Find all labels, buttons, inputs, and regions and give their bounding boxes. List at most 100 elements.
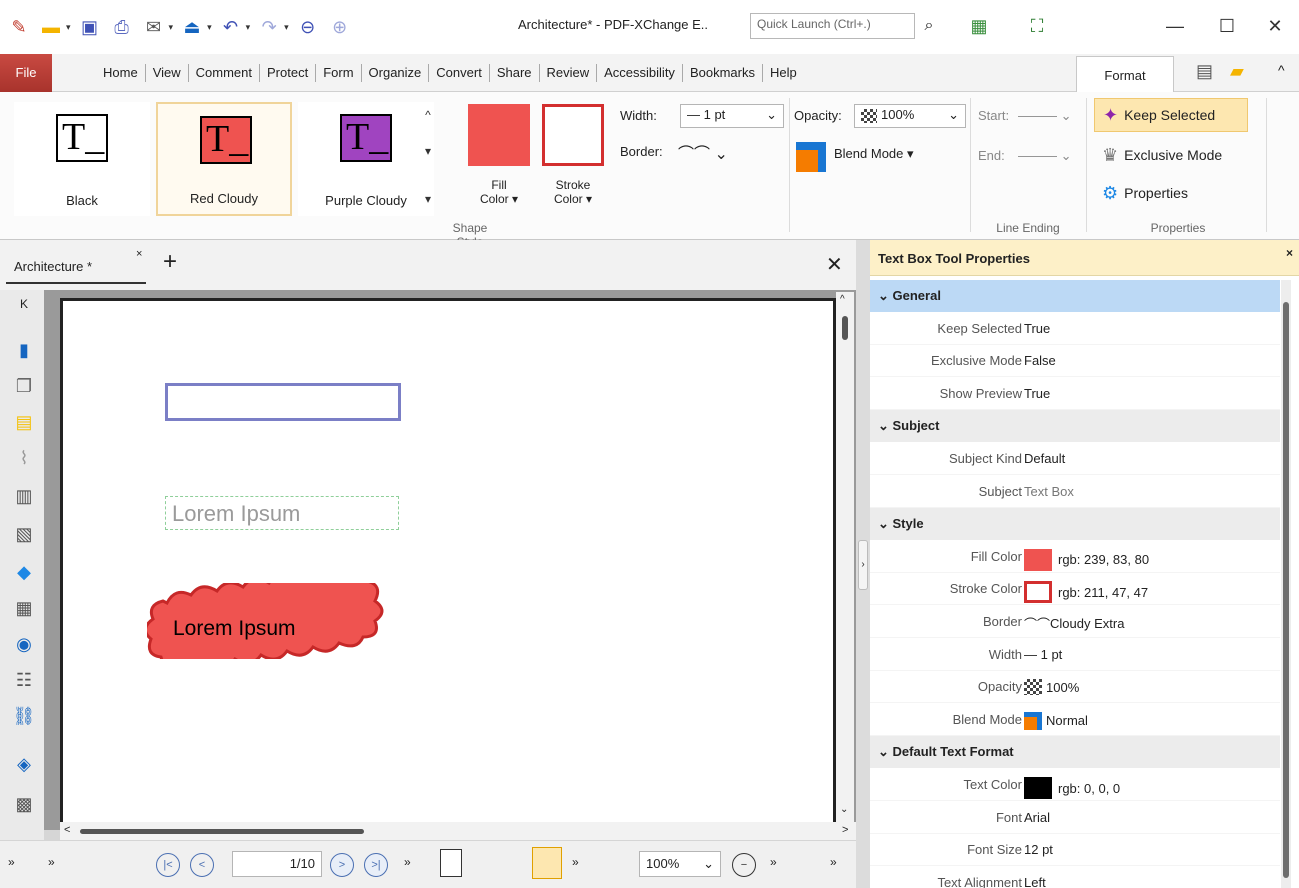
open-folder-icon[interactable]: ▬ — [38, 14, 64, 40]
property-subject[interactable]: Subject Text Box — [870, 476, 1280, 508]
chevron-down-icon[interactable]: ▾ — [66, 22, 71, 33]
save-icon[interactable]: ▣ — [77, 14, 103, 40]
property-value[interactable]: — 1 pt — [1024, 647, 1062, 662]
next-page-button[interactable]: > — [330, 853, 354, 877]
chevron-expand-icon[interactable]: » — [572, 855, 579, 869]
attachments-icon[interactable]: ⌇ — [12, 446, 36, 470]
property-value[interactable]: 100% — [1024, 679, 1079, 696]
cloudy-border-icon[interactable]: ⌒⌒ ⌄ — [678, 140, 728, 164]
links-icon[interactable]: ⛓ — [12, 704, 36, 728]
property-value[interactable]: Normal — [1024, 711, 1088, 730]
chevron-expand-icon[interactable]: » — [404, 855, 411, 869]
fields-icon[interactable]: ▦ — [12, 596, 36, 620]
menu-comment[interactable]: Comment — [189, 63, 260, 82]
zoom-out-button[interactable]: − — [732, 853, 756, 877]
start-line-combo[interactable]: ——— ⌄ — [1018, 108, 1072, 124]
panel-splitter[interactable]: › — [856, 240, 870, 888]
property-font-size[interactable]: Font Size 12 pt — [870, 834, 1280, 867]
close-button[interactable]: ✕ — [1260, 14, 1290, 38]
collapse-panel-icon[interactable]: › — [858, 540, 868, 590]
new-tab-button[interactable]: + — [163, 250, 177, 274]
dashed-text-box[interactable]: Lorem Ipsum — [165, 496, 399, 530]
property-font[interactable]: Font Arial — [870, 802, 1280, 834]
width-combo[interactable]: — 1 pt ⌄ — [680, 104, 784, 128]
menu-organize[interactable]: Organize — [362, 63, 430, 82]
property-stroke-color[interactable]: Stroke Color rgb: 211, 47, 47 — [870, 573, 1280, 606]
expand-styles-icon[interactable]: ▾ — [418, 192, 438, 206]
menu-bookmarks[interactable]: Bookmarks — [683, 63, 763, 82]
app-logo-icon[interactable]: ✎ — [6, 14, 32, 40]
menu-file[interactable]: File — [0, 53, 52, 92]
structure-icon[interactable]: ☷ — [12, 668, 36, 692]
style-tile-black[interactable]: T_ Black — [14, 102, 150, 216]
menu-share[interactable]: Share — [490, 63, 540, 82]
end-line-combo[interactable]: ——— ⌄ — [1018, 148, 1072, 164]
section-default-text-format[interactable]: ⌄ Default Text Format — [870, 736, 1280, 769]
pdf-page[interactable]: Lorem Ipsum Lorem Ipsum — [60, 298, 836, 826]
maximize-button[interactable]: ☐ — [1212, 14, 1242, 38]
chevron-down-icon[interactable]: ▾ — [207, 22, 212, 33]
close-document-icon[interactable]: ✕ — [826, 252, 843, 277]
print-icon[interactable]: ⎙ — [109, 14, 135, 40]
property-value[interactable]: rgb: 239, 83, 80 — [1024, 548, 1149, 571]
scroll-up-icon[interactable]: ^ — [840, 294, 845, 305]
tab-architecture[interactable]: Architecture * — [6, 246, 146, 284]
last-page-button[interactable]: >| — [364, 853, 388, 877]
property-value[interactable]: Text Box — [1024, 484, 1074, 499]
property-value[interactable]: False — [1024, 353, 1056, 368]
chevron-expand-icon[interactable]: » — [8, 855, 15, 869]
chevron-down-icon[interactable]: ▾ — [284, 22, 289, 33]
scroll-left-icon[interactable]: < — [64, 824, 70, 836]
property-value[interactable]: 12 pt — [1024, 842, 1053, 857]
bookmarks-icon[interactable]: ▮ — [12, 338, 36, 362]
property-keep-selected[interactable]: Keep Selected True — [870, 313, 1280, 345]
chevron-down-icon[interactable]: ⌄ — [878, 288, 893, 303]
property-value[interactable]: rgb: 0, 0, 0 — [1024, 777, 1120, 799]
email-icon[interactable]: ✉ — [141, 14, 167, 40]
section-general[interactable]: ⌄ General — [870, 280, 1280, 312]
chevron-down-icon[interactable]: ⌄ — [878, 418, 893, 433]
menu-form[interactable]: Form — [316, 63, 362, 82]
redo-icon[interactable]: ↷ — [256, 14, 282, 40]
property-show-preview[interactable]: Show Preview True — [870, 378, 1280, 410]
menu-help[interactable]: Help — [763, 64, 804, 82]
zoom-combo[interactable]: 100% ⌄ — [639, 851, 721, 877]
layers-icon[interactable]: ◆ — [12, 560, 36, 584]
minimize-button[interactable]: — — [1160, 14, 1190, 38]
scroll-thumb[interactable] — [842, 316, 848, 340]
scroll-right-icon[interactable]: > — [842, 824, 848, 836]
properties-button[interactable]: ⚙ Properties — [1094, 178, 1248, 208]
property-fill-color[interactable]: Fill Color rgb: 239, 83, 80 — [870, 541, 1280, 573]
style-tile-red-cloudy[interactable]: T_ Red Cloudy — [156, 102, 292, 216]
chevron-expand-icon[interactable]: » — [48, 855, 55, 869]
property-value[interactable]: True — [1024, 386, 1050, 401]
property-border[interactable]: Border ⌒⌒ Cloudy Extra — [870, 606, 1280, 638]
chevron-expand-icon[interactable]: » — [770, 855, 777, 869]
menu-review[interactable]: Review — [540, 63, 598, 82]
collapse-sidebar-icon[interactable]: K — [12, 292, 36, 316]
undo-icon[interactable]: ↶ — [218, 14, 244, 40]
tags-icon[interactable]: ◈ — [12, 752, 36, 776]
tab-format[interactable]: Format — [1076, 56, 1174, 93]
fullscreen-icon[interactable]: ⛶ — [1024, 13, 1050, 39]
menu-convert[interactable]: Convert — [429, 63, 490, 82]
panel-toggle-icon[interactable]: ▤ — [1196, 61, 1213, 82]
property-subject-kind[interactable]: Subject Kind Default — [870, 443, 1280, 475]
menu-view[interactable]: View — [146, 63, 189, 82]
property-text-alignment[interactable]: Text Alignment Left — [870, 867, 1280, 888]
property-opacity[interactable]: Opacity 100% — [870, 671, 1280, 704]
chevron-down-icon[interactable]: ⌄ — [878, 744, 893, 759]
property-value[interactable]: rgb: 211, 47, 47 — [1024, 581, 1148, 604]
keep-selected-button[interactable]: ✦ Keep Selected — [1094, 98, 1248, 132]
tools-icon[interactable]: ▦ — [966, 13, 992, 39]
opacity-combo[interactable]: 100% ⌄ — [854, 104, 966, 128]
fill-color-swatch[interactable] — [468, 104, 530, 166]
single-page-icon[interactable] — [440, 849, 462, 877]
blend-mode-button[interactable]: Blend Mode ▾ — [834, 146, 914, 162]
horizontal-scrollbar[interactable]: < > — [60, 822, 856, 840]
first-page-button[interactable]: |< — [156, 853, 180, 877]
signature-icon[interactable]: ▧ — [12, 522, 36, 546]
exclusive-mode-button[interactable]: ♛ Exclusive Mode — [1094, 140, 1258, 170]
property-blend-mode[interactable]: Blend Mode Normal — [870, 704, 1280, 736]
property-value[interactable]: True — [1024, 321, 1050, 336]
